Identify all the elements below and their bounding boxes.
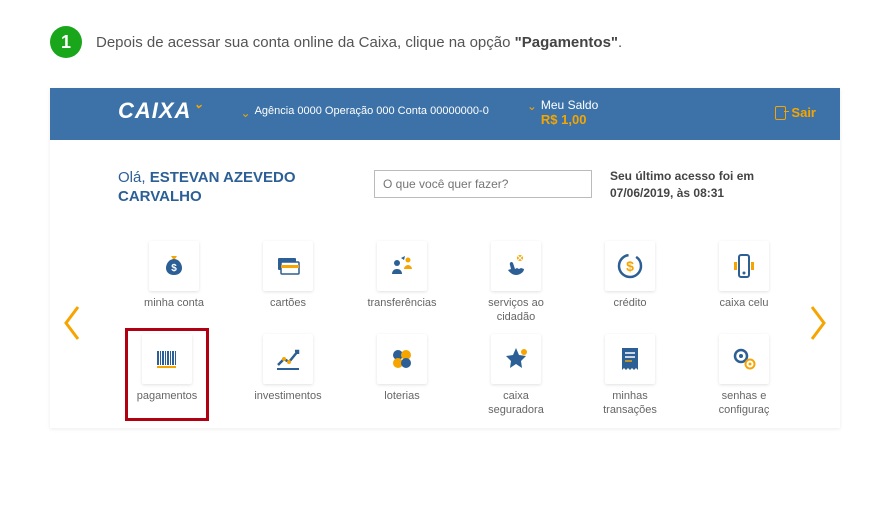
carousel-next-button[interactable] <box>808 303 828 343</box>
credit-icon: $ <box>605 241 655 291</box>
chart-icon <box>263 334 313 384</box>
account-info[interactable]: ⌄ Agência 0000 Operação 000 Conta 000000… <box>241 105 489 122</box>
tile-clover[interactable]: loterias <box>360 334 444 418</box>
logout-label: Sair <box>791 105 816 120</box>
saldo-info[interactable]: ⌄ Meu Saldo R$ 1,00 <box>527 98 598 128</box>
saldo-value: R$ 1,00 <box>541 112 598 128</box>
midbar: Olá, ESTEVAN AZEVEDO CARVALHO Seu último… <box>50 140 840 217</box>
tile-chart[interactable]: investimentos <box>246 334 330 418</box>
instruction-text-before: Depois de acessar sua conta online da Ca… <box>96 34 515 51</box>
barcode-icon <box>142 334 192 384</box>
tile-label: crédito <box>613 297 646 323</box>
tile-label: investimentos <box>254 390 321 416</box>
chevron-right-icon <box>808 303 828 343</box>
tile-label: cartões <box>270 297 306 323</box>
caixa-logo: CAIXA⌄ <box>118 100 203 122</box>
last-access-date: 07/06/2019, às 08:31 <box>610 186 724 200</box>
carousel-prev-button[interactable] <box>62 303 82 343</box>
tile-star[interactable]: caixa seguradora <box>474 334 558 418</box>
logout-icon <box>775 106 786 120</box>
topbar: CAIXA⌄ ⌄ Agência 0000 Operação 000 Conta… <box>50 88 840 140</box>
receipt-icon <box>605 334 655 384</box>
star-icon <box>491 334 541 384</box>
app-window: CAIXA⌄ ⌄ Agência 0000 Operação 000 Conta… <box>50 88 840 428</box>
tile-transfer[interactable]: transferências <box>360 241 444 325</box>
tile-receipt[interactable]: minhas transações <box>588 334 672 418</box>
logout-button[interactable]: Sair <box>775 105 816 120</box>
mobile-icon <box>719 241 769 291</box>
hand-icon <box>491 241 541 291</box>
tile-label: minhas transações <box>588 390 672 418</box>
account-line: Agência 0000 Operação 000 Conta 00000000… <box>255 105 489 117</box>
last-access: Seu último acesso foi em 07/06/2019, às … <box>610 168 780 202</box>
saldo-label: Meu Saldo <box>541 98 598 112</box>
tile-label: caixa celu <box>720 297 769 323</box>
tile-label: minha conta <box>144 297 204 323</box>
step-badge: 1 <box>50 26 82 58</box>
tile-money-bag[interactable]: $ minha conta <box>132 241 216 325</box>
money-bag-icon: $ <box>149 241 199 291</box>
greeting: Olá, ESTEVAN AZEVEDO CARVALHO <box>118 168 348 207</box>
instruction-text-after: . <box>618 34 622 51</box>
instruction-text-bold: "Pagamentos" <box>515 34 618 51</box>
tile-barcode[interactable]: pagamentos <box>125 328 209 421</box>
tile-mobile[interactable]: caixa celu <box>702 241 786 325</box>
instruction-row: 1 Depois de acessar sua conta online da … <box>0 0 890 78</box>
cards-icon <box>263 241 313 291</box>
clover-icon <box>377 334 427 384</box>
chevron-down-icon: ⌄ <box>527 98 537 115</box>
gears-icon <box>719 334 769 384</box>
chevron-left-icon <box>62 303 82 343</box>
tile-label: pagamentos <box>137 390 198 416</box>
tile-cards[interactable]: cartões <box>246 241 330 325</box>
tile-label: transferências <box>367 297 436 323</box>
saldo-block: Meu Saldo R$ 1,00 <box>541 98 598 128</box>
tile-gears[interactable]: senhas e configuraç <box>702 334 786 418</box>
logo-caret-icon: ⌄ <box>193 98 204 110</box>
tile-label: loterias <box>384 390 419 416</box>
svg-text:$: $ <box>626 258 634 274</box>
instruction-text: Depois de acessar sua conta online da Ca… <box>96 34 622 51</box>
services-carousel: $ minha conta cartões transferências serviço… <box>50 217 840 429</box>
tile-label: serviços ao cidadão <box>474 297 558 325</box>
tile-label: senhas e configuraç <box>702 390 786 418</box>
tile-credit[interactable]: $ crédito <box>588 241 672 325</box>
services-grid: $ minha conta cartões transferências serviço… <box>98 241 792 419</box>
transfer-icon <box>377 241 427 291</box>
search-input[interactable] <box>374 170 592 198</box>
svg-text:$: $ <box>171 263 177 274</box>
last-access-prefix: Seu último acesso foi em <box>610 169 754 183</box>
greeting-prefix: Olá, <box>118 169 150 186</box>
logo-text: CAIXA <box>118 98 191 123</box>
tile-label: caixa seguradora <box>474 390 558 418</box>
tile-hand[interactable]: serviços ao cidadão <box>474 241 558 325</box>
chevron-down-icon: ⌄ <box>241 105 251 122</box>
